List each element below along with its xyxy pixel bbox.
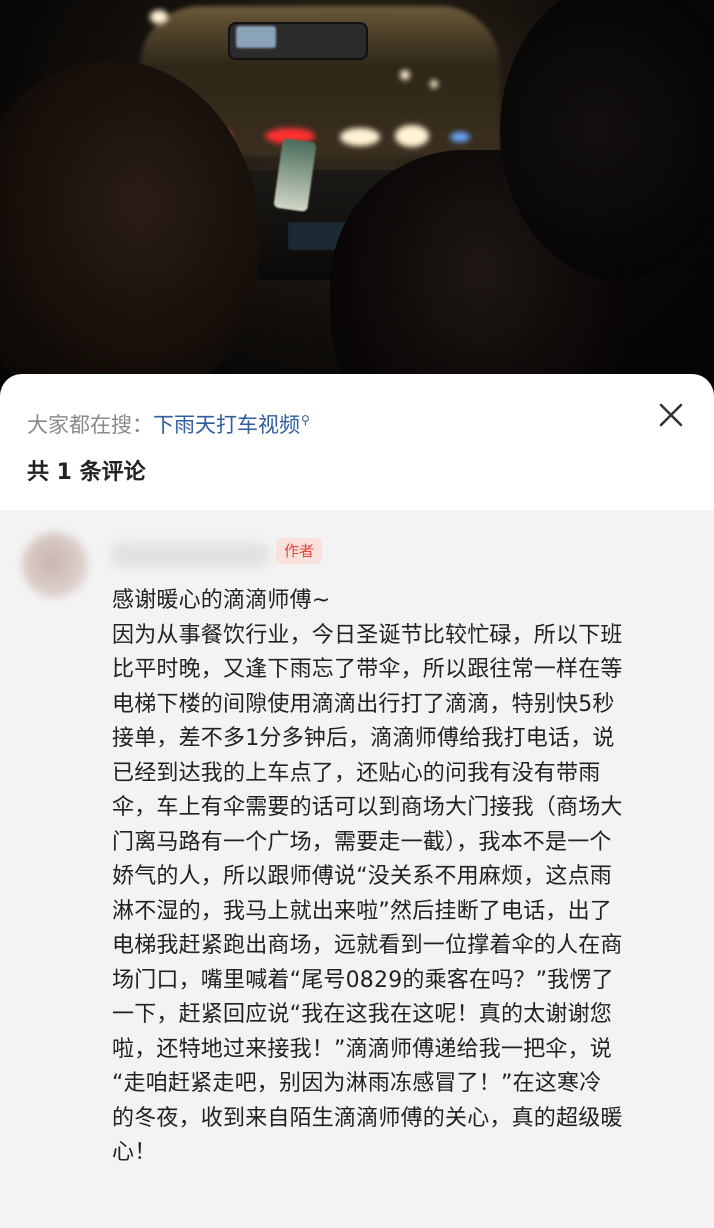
video-light [400, 70, 410, 80]
comment-line: 感谢暖心的滴滴师傅~ [112, 588, 331, 613]
video-light [395, 125, 429, 147]
video-light [430, 80, 438, 88]
comment-line: 心！ [112, 1140, 157, 1165]
comment-line: 已经到达我的上车点了，还贴心的问我有没有带雨 [112, 760, 601, 786]
comment-line: “走咱赶紧走吧，别因为淋雨冻感冒了！”在这寒冷 [112, 1071, 602, 1096]
comment-line: 接单，差不多1分多钟后，滴滴师傅给我打电话，说 [112, 726, 615, 751]
comment-line: 淋不湿的，我马上就出来啦”然后挂断了电话，出了 [112, 898, 612, 924]
video-light [340, 128, 380, 146]
trending-search-link[interactable]: 下雨天打车视频 [153, 413, 300, 437]
comment-line: 场门口，嘴里喊着“尾号0829的乘客在吗？”我愣了 [112, 967, 614, 993]
comment-line: 伞，车上有伞需要的话可以到商场大门接我（商场大 [112, 795, 623, 820]
close-icon [659, 403, 683, 427]
comment-line: 啦，还特地过来接我！”滴滴师傅递给我一把伞，说 [112, 1036, 612, 1062]
trending-search-label: 大家都在搜： [27, 413, 153, 437]
author-badge: 作者 [276, 538, 323, 564]
close-button[interactable] [656, 400, 686, 430]
video-light [150, 10, 168, 24]
comment-count: 共 1 条评论 [27, 460, 146, 485]
video-light [450, 132, 470, 142]
comment-line: 电梯我赶紧跑出商场，远就看到一位撑着伞的人在商 [112, 933, 623, 958]
comment-line: 娇气的人，所以跟师傅说“没关系不用麻烦，这点雨 [112, 864, 612, 889]
search-icon: ⚲ [301, 413, 310, 427]
video-mirror-screen [236, 26, 276, 48]
trending-search-row[interactable]: 大家都在搜：下雨天打车视频⚲ [27, 404, 310, 441]
comment-line: 因为从事餐饮行业，今日圣诞节比较忙碌，所以下班 [112, 622, 623, 648]
comment-line: 电梯下楼的间隙使用滴滴出行打了滴滴，特别快5秒 [112, 691, 615, 717]
comment-line: 的冬夜，收到来自陌生滴滴师傅的关心，真的超级暖 [112, 1105, 623, 1131]
comment-line: 门离马路有一个广场，需要走一截），我本不是一个 [112, 829, 612, 855]
username-blurred[interactable] [110, 542, 270, 568]
avatar[interactable] [22, 532, 88, 598]
comment-line: 一下，赶紧回应说“我在这我在这呢！真的太谢谢您 [112, 1002, 612, 1027]
page: 大家都在搜：下雨天打车视频⚲ 共 1 条评论 作者 感谢暖心的滴滴师傅~ 因为从… [0, 0, 714, 1228]
comment-line: 比平时晚，又逢下雨忘了带伞，所以跟往常一样在等 [112, 657, 623, 682]
comment-text[interactable]: 感谢暖心的滴滴师傅~ 因为从事餐饮行业，今日圣诞节比较忙碌，所以下班 比平时晚，… [112, 584, 692, 1171]
comment-sheet: 大家都在搜：下雨天打车视频⚲ 共 1 条评论 作者 感谢暖心的滴滴师傅~ 因为从… [0, 374, 714, 1228]
comment-list: 作者 感谢暖心的滴滴师傅~ 因为从事餐饮行业，今日圣诞节比较忙碌，所以下班 比平… [0, 510, 714, 1228]
video-player[interactable] [0, 0, 714, 400]
